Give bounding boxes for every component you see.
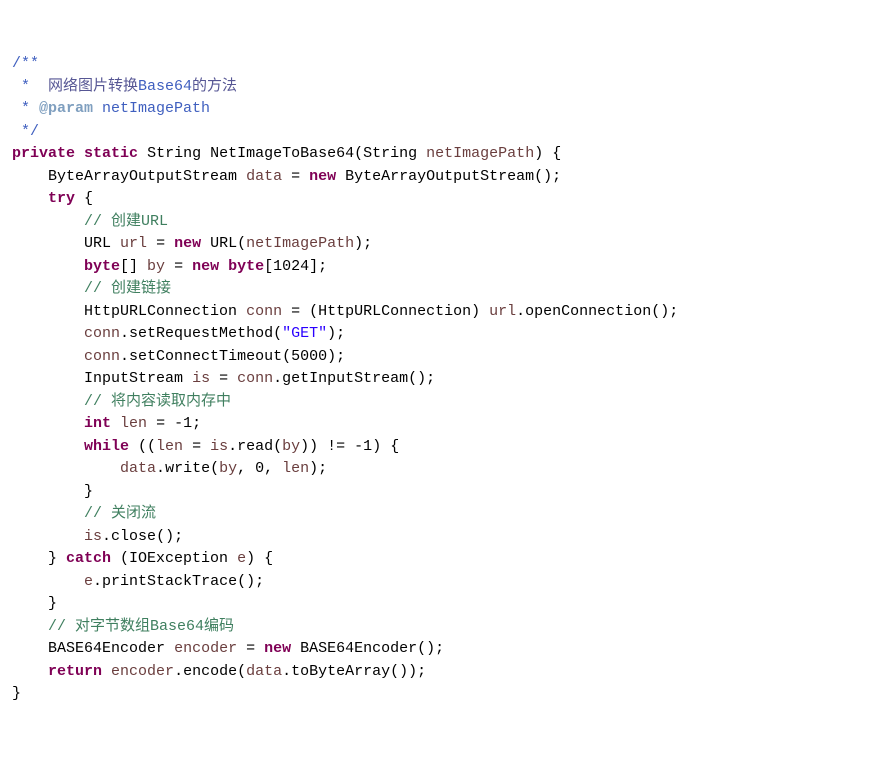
var-len: len — [120, 415, 147, 432]
comment-b64-mid: Base64 — [150, 618, 204, 635]
javadoc-line-2-pre: * — [12, 100, 39, 117]
call-printstacktrace: printStackTrace — [102, 573, 237, 590]
comment-create-url: // 创建URL — [84, 213, 168, 230]
call-setrequestmethod: setRequestMethod — [129, 325, 273, 342]
encoder-ref: encoder — [111, 663, 174, 680]
string-get: "GET" — [282, 325, 327, 342]
ctor-url: URL — [210, 235, 237, 252]
conn-ref2: conn — [84, 348, 120, 365]
url-ref: url — [489, 303, 516, 320]
type-inputstream: InputStream — [84, 370, 183, 387]
conn-ref1: conn — [84, 325, 120, 342]
kw-static: static — [84, 145, 138, 162]
var-is: is — [192, 370, 210, 387]
conn-ref3: conn — [237, 370, 273, 387]
ctor-base64encoder: BASE64Encoder — [300, 640, 417, 657]
param-type: String — [363, 145, 417, 162]
num-0: 0 — [255, 460, 264, 477]
call-encode: encode — [183, 663, 237, 680]
javadoc-line-1-base: Base64 — [138, 78, 192, 95]
kw-try: try — [48, 190, 75, 207]
kw-private: private — [12, 145, 75, 162]
data-ref2: data — [246, 663, 282, 680]
var-by: by — [147, 258, 165, 275]
javadoc-close: */ — [12, 123, 39, 140]
javadoc-param-tag: @param — [39, 100, 93, 117]
var-encoder: encoder — [174, 640, 237, 657]
cast-huc: HttpURLConnection — [318, 303, 471, 320]
num-5000: 5000 — [291, 348, 327, 365]
kw-new-byte: new — [192, 258, 219, 275]
kw-byte-arr: byte — [228, 258, 264, 275]
javadoc-line-1-cn-tail: 的方法 — [192, 78, 237, 95]
by-arg: by — [282, 438, 300, 455]
var-conn: conn — [246, 303, 282, 320]
call-setconnecttimeout: setConnectTimeout — [129, 348, 282, 365]
comment-close-stream: // 关闭流 — [84, 505, 156, 522]
javadoc-line-1-cn-lead: 网络图片转换 — [48, 78, 138, 95]
param-name: netImagePath — [426, 145, 534, 162]
comment-create-link: // 创建链接 — [84, 280, 171, 297]
data-ref: data — [120, 460, 156, 477]
e-ref: e — [84, 573, 93, 590]
num-neg1-init: -1 — [174, 415, 192, 432]
kw-int: int — [84, 415, 111, 432]
return-type: String — [147, 145, 201, 162]
javadoc-param-arg: netImagePath — [93, 100, 210, 117]
call-getinputstream: getInputStream — [282, 370, 408, 387]
var-data: data — [246, 168, 282, 185]
kw-new: new — [309, 168, 336, 185]
call-read: read — [237, 438, 273, 455]
kw-new-encoder: new — [264, 640, 291, 657]
arg-netimagepath: netImagePath — [246, 235, 354, 252]
type-base64encoder: BASE64Encoder — [48, 640, 165, 657]
type-huc: HttpURLConnection — [84, 303, 237, 320]
is-ref: is — [210, 438, 228, 455]
kw-new-url: new — [174, 235, 201, 252]
comment-b64-lead: // 对字节数组 — [48, 618, 150, 635]
len-assign: len — [156, 438, 183, 455]
num-neg1-cmp: -1 — [354, 438, 372, 455]
method-name: NetImageToBase64 — [210, 145, 354, 162]
var-url: url — [120, 235, 147, 252]
call-openconnection: openConnection — [525, 303, 651, 320]
javadoc-open: /** — [12, 55, 39, 72]
call-tobytearray: toByteArray — [291, 663, 390, 680]
kw-return: return — [48, 663, 102, 680]
ctor-baos: ByteArrayOutputStream — [345, 168, 534, 185]
call-write: write — [165, 460, 210, 477]
by-arg2: by — [219, 460, 237, 477]
javadoc-line-1-pre: * — [12, 78, 48, 95]
kw-while: while — [84, 438, 129, 455]
type-url: URL — [84, 235, 111, 252]
kw-catch: catch — [66, 550, 111, 567]
is-ref2: is — [84, 528, 102, 545]
comment-read-into-memory: // 将内容读取内存中 — [84, 393, 231, 410]
call-close: close — [111, 528, 156, 545]
num-1024: 1024 — [273, 258, 309, 275]
type-baos: ByteArrayOutputStream — [48, 168, 237, 185]
comment-b64-tail: 编码 — [204, 618, 234, 635]
len-arg: len — [282, 460, 309, 477]
kw-byte: byte — [84, 258, 120, 275]
var-e: e — [237, 550, 246, 567]
type-ioexception: IOException — [129, 550, 228, 567]
